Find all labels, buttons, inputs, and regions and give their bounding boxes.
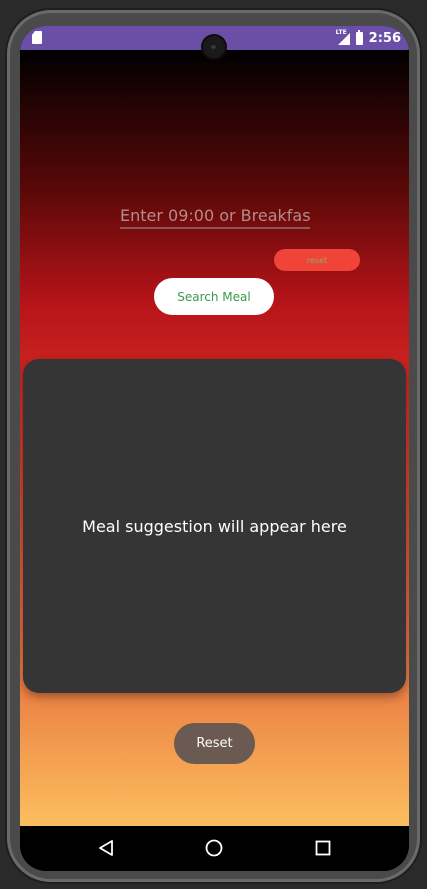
status-icons: LTE 2:56	[336, 29, 401, 47]
meal-suggestion-text: Meal suggestion will appear here	[82, 516, 347, 536]
home-circle-icon[interactable]	[202, 836, 226, 860]
search-meal-button[interactable]: Search Meal	[154, 278, 274, 315]
back-triangle-icon[interactable]	[94, 836, 118, 860]
sim-card-icon	[32, 31, 42, 44]
app-content: reset Search Meal Meal suggestion will a…	[20, 50, 409, 826]
status-time: 2:56	[368, 30, 401, 46]
lte-signal-icon: LTE	[336, 29, 350, 45]
navigation-bar	[20, 826, 409, 871]
reset-button[interactable]: Reset	[174, 723, 255, 764]
meal-suggestion-card: Meal suggestion will appear here	[23, 359, 406, 693]
small-reset-button[interactable]: reset	[274, 249, 360, 271]
battery-charging-icon	[355, 29, 363, 45]
recents-square-icon[interactable]	[311, 836, 335, 860]
front-camera	[203, 36, 225, 58]
device-screen: LTE 2:56 reset Search Meal Meal suggesti…	[20, 26, 409, 871]
meal-time-input[interactable]	[120, 203, 310, 229]
signal-strength-icon	[337, 33, 350, 45]
